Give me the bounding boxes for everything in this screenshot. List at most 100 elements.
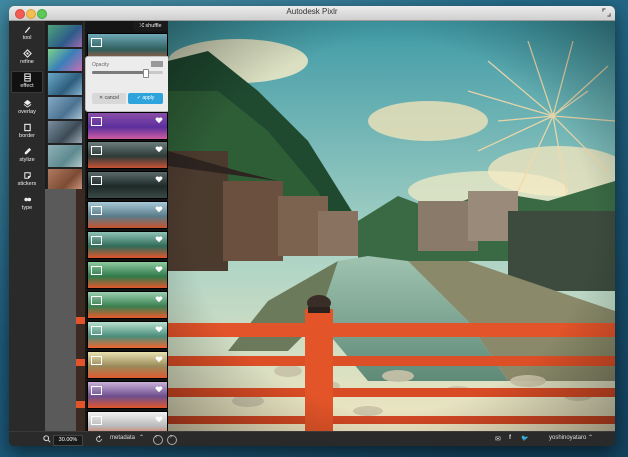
tool-button-border[interactable]: border — [11, 121, 43, 143]
category-thumbnail[interactable] — [47, 144, 83, 168]
heart-icon[interactable] — [155, 175, 163, 183]
apply-label: apply — [142, 95, 155, 101]
photo-icon — [91, 356, 102, 365]
opacity-value-box[interactable] — [151, 61, 163, 67]
cancel-button[interactable]: ✕ cancel — [92, 93, 126, 104]
heart-icon[interactable] — [155, 235, 163, 243]
chevron-up-icon[interactable]: ⌃ — [588, 434, 593, 441]
photo-icon — [91, 38, 102, 47]
heart-icon[interactable] — [155, 205, 163, 213]
apply-button[interactable]: ✓ apply — [128, 93, 163, 104]
tool-button-stickers[interactable]: stickers — [11, 169, 43, 191]
overlay-label: overlay — [18, 109, 36, 115]
opacity-slider-fill — [92, 71, 146, 74]
effect-item[interactable] — [87, 381, 168, 409]
category-thumbnail[interactable] — [47, 96, 83, 120]
brush-icon — [24, 26, 30, 34]
refine-label: refine — [20, 59, 34, 65]
category-thumbnail[interactable] — [47, 72, 83, 96]
shuffle-label: shuffle — [145, 23, 162, 29]
app-window: Autodesk Pixlr tool refine effect overla… — [9, 6, 615, 446]
cancel-label: cancel — [104, 95, 120, 101]
tool-label: tool — [22, 35, 32, 41]
heart-icon[interactable] — [155, 325, 163, 333]
heart-icon[interactable] — [155, 355, 163, 363]
bridge-rail-fragment — [76, 317, 85, 324]
opacity-slider-handle[interactable] — [143, 69, 150, 78]
photo-icon — [91, 326, 102, 335]
tool-button-refine[interactable]: refine — [11, 47, 43, 69]
photo-icon — [91, 236, 102, 245]
tool-button-stylize[interactable]: stylize — [11, 145, 43, 167]
effect-item[interactable] — [87, 201, 168, 229]
window-title: Autodesk Pixlr — [286, 7, 338, 16]
photo-icon — [91, 176, 102, 185]
effect-item[interactable] — [87, 411, 168, 431]
heart-icon[interactable] — [155, 265, 163, 273]
photo-icon — [91, 266, 102, 275]
opacity-panel: Opacity ✕ cancel ✓ apply — [85, 56, 170, 112]
overlay-icon — [23, 99, 31, 108]
fullscreen-icon[interactable] — [602, 8, 611, 17]
twitter-icon[interactable]: 🐦 — [521, 435, 528, 442]
status-bar: 30.00% metadata ⌃ ‹ › ✉ f 🐦 yoshinoyatar… — [9, 431, 615, 446]
photo-icon — [91, 146, 102, 155]
tool-button-type[interactable]: type — [11, 193, 43, 215]
photo-edge-strip — [76, 189, 85, 431]
effect-item[interactable] — [87, 171, 168, 199]
border-icon — [23, 123, 31, 132]
border-label: border — [19, 133, 35, 139]
opacity-label: Opacity — [92, 62, 109, 68]
heart-icon[interactable] — [155, 145, 163, 153]
effect-item[interactable] — [87, 141, 168, 169]
pen-icon — [24, 147, 31, 155]
username[interactable]: yoshinoyataro — [549, 435, 586, 441]
sticker-icon — [23, 172, 31, 179]
effect-item[interactable] — [87, 291, 168, 319]
stylize-label: stylize — [19, 157, 35, 163]
metadata-link[interactable]: metadata — [110, 435, 135, 441]
film-icon — [23, 73, 31, 82]
effect-category-column — [45, 21, 83, 192]
left-toolbar: tool refine effect overlay border styliz… — [9, 21, 45, 431]
shuffle-icon: ⤮ — [139, 23, 144, 29]
mail-icon[interactable]: ✉ — [495, 435, 501, 443]
heart-icon[interactable] — [155, 415, 163, 423]
tool-button-tool[interactable]: tool — [11, 23, 43, 45]
effect-item[interactable] — [87, 351, 168, 379]
chevron-up-icon[interactable]: ⌃ — [139, 434, 144, 441]
heart-icon[interactable] — [155, 385, 163, 393]
category-thumbnail[interactable] — [47, 24, 83, 48]
shuffle-button[interactable]: ⤮ shuffle — [133, 21, 168, 31]
bridge-rail-fragment — [76, 359, 85, 366]
title-bar: Autodesk Pixlr — [9, 6, 615, 21]
photo-canvas[interactable] — [168, 21, 615, 431]
tool-button-overlay[interactable]: overlay — [11, 97, 43, 119]
effect-item[interactable] — [87, 321, 168, 349]
refine-icon — [22, 49, 32, 58]
rotate-icon[interactable] — [95, 435, 103, 443]
opacity-slider[interactable] — [92, 69, 163, 78]
heart-icon[interactable] — [155, 295, 163, 303]
undo-arrow-icon: ‹ — [155, 434, 157, 440]
zoom-level-field[interactable]: 30.00% — [53, 435, 83, 446]
category-thumbnail[interactable] — [47, 48, 83, 72]
redo-button[interactable] — [167, 435, 177, 445]
effect-item[interactable] — [87, 261, 168, 289]
edited-photo — [168, 21, 615, 431]
effect-label: effect — [20, 83, 34, 89]
photo-icon — [91, 386, 102, 395]
category-thumbnail[interactable] — [47, 120, 83, 144]
search-icon[interactable] — [43, 435, 51, 443]
redo-arrow-icon: › — [170, 434, 172, 440]
tool-button-effect[interactable]: effect — [11, 71, 43, 93]
type-icon — [23, 197, 31, 202]
photo-icon — [91, 206, 102, 215]
heart-icon[interactable] — [155, 116, 163, 124]
photo-icon — [91, 296, 102, 305]
photo-icon — [91, 416, 102, 425]
effect-item[interactable] — [87, 231, 168, 259]
facebook-icon[interactable]: f — [509, 435, 511, 441]
type-label: type — [21, 205, 33, 211]
effect-item[interactable] — [87, 112, 168, 140]
